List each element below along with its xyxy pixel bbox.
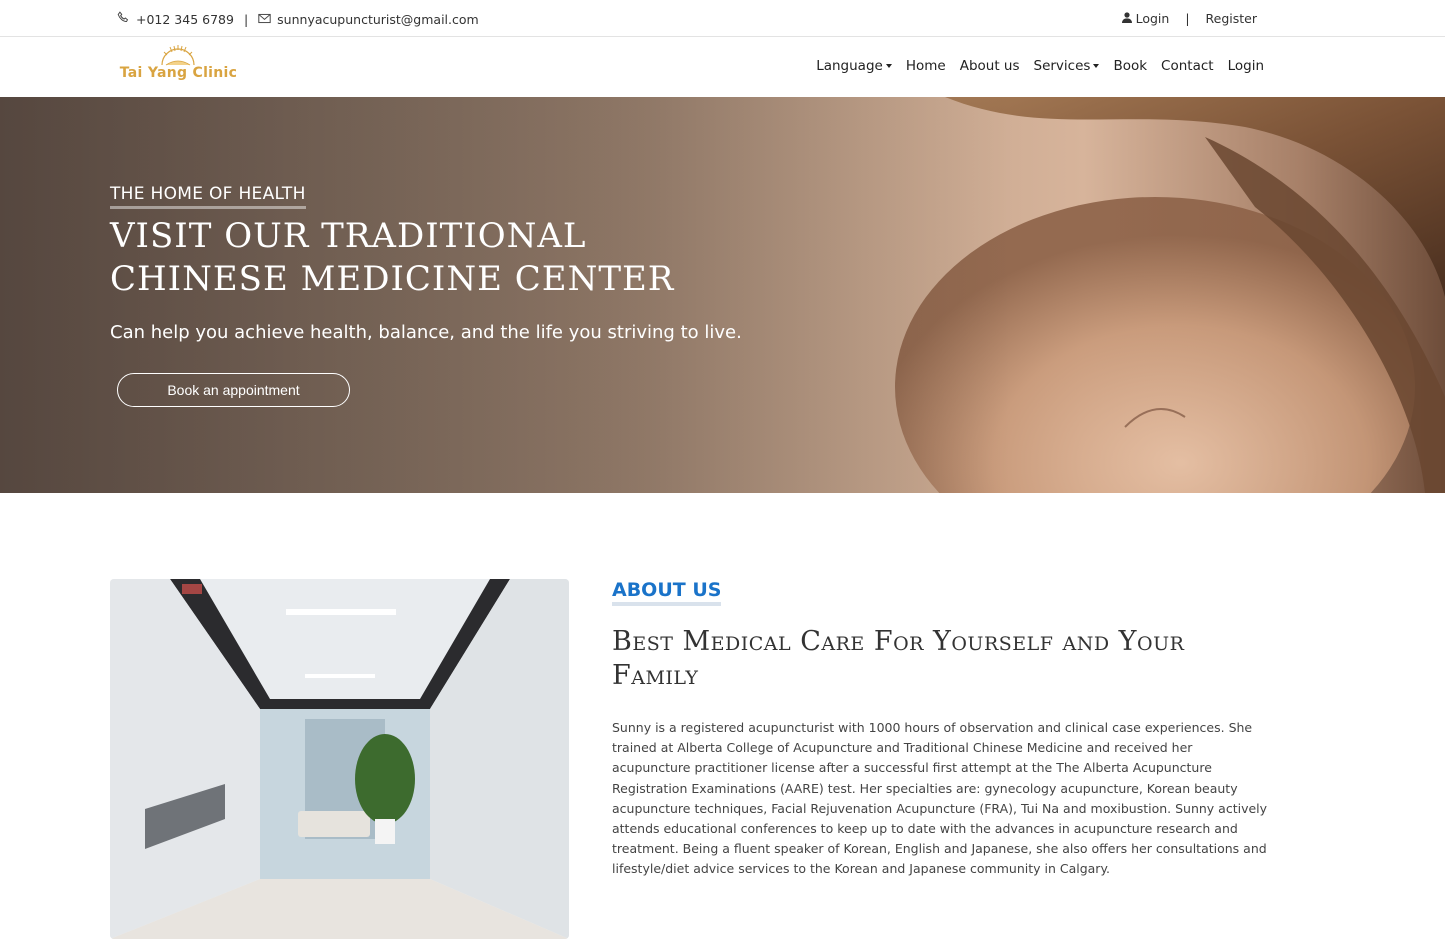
contact-info: +012 345 6789 | sunnyacupuncturist@gmail… <box>117 11 479 27</box>
sun-logo-icon <box>161 45 195 66</box>
nav-language-dropdown[interactable]: Language <box>816 58 892 74</box>
nav-services-label: Services <box>1033 58 1091 74</box>
account-links: Login | Register <box>1121 11 1257 26</box>
nav-services-dropdown[interactable]: Services <box>1034 58 1100 74</box>
main-navbar: Tai Yang Clinic Language Home About us S… <box>0 37 1445 97</box>
hero-title-line: CHINESE MEDICINE CENTER <box>110 259 675 299</box>
top-contact-bar: +012 345 6789 | sunnyacupuncturist@gmail… <box>0 0 1445 37</box>
about-description: Sunny is a registered acupuncturist with… <box>612 720 1268 877</box>
caret-down-icon <box>885 64 892 68</box>
about-section-label: ABOUT US <box>612 579 722 606</box>
email-link[interactable]: sunnyacupuncturist@gmail.com <box>277 12 479 27</box>
about-heading: Best Medical Care For Yourself and Your … <box>612 626 1185 691</box>
nav-about[interactable]: About us <box>960 58 1020 74</box>
brand-name: Tai Yang Clinic <box>119 65 238 81</box>
nav-home[interactable]: Home <box>906 58 946 74</box>
caret-down-icon <box>1093 64 1100 68</box>
hero-title: VISIT OUR TRADITIONAL CHINESE MEDICINE C… <box>110 215 750 301</box>
user-icon <box>1121 11 1136 26</box>
hero-subtitle: Can help you achieve health, balance, an… <box>110 322 742 343</box>
clinic-hallway-image <box>110 579 569 939</box>
phone-icon <box>117 11 136 27</box>
mail-icon <box>258 12 277 27</box>
nav-language-label: Language <box>816 58 883 74</box>
primary-nav: Language Home About us Services Book Con… <box>802 58 1264 74</box>
hero-eyebrow: THE HOME OF HEALTH <box>110 184 306 209</box>
phone-link[interactable]: +012 345 6789 <box>136 12 234 27</box>
hero-banner: THE HOME OF HEALTH VISIT OUR TRADITIONAL… <box>0 97 1445 493</box>
divider: | <box>1185 11 1190 26</box>
clinic-logo[interactable]: Tai Yang Clinic <box>111 43 246 87</box>
top-login-link[interactable]: Login <box>1136 11 1170 26</box>
nav-contact[interactable]: Contact <box>1161 58 1214 74</box>
hero-title-line: VISIT OUR TRADITIONAL <box>110 216 587 256</box>
top-register-link[interactable]: Register <box>1206 11 1257 26</box>
divider: | <box>243 11 249 27</box>
nav-login[interactable]: Login <box>1228 58 1264 74</box>
nav-book[interactable]: Book <box>1113 58 1147 74</box>
book-appointment-button[interactable]: Book an appointment <box>117 373 350 407</box>
